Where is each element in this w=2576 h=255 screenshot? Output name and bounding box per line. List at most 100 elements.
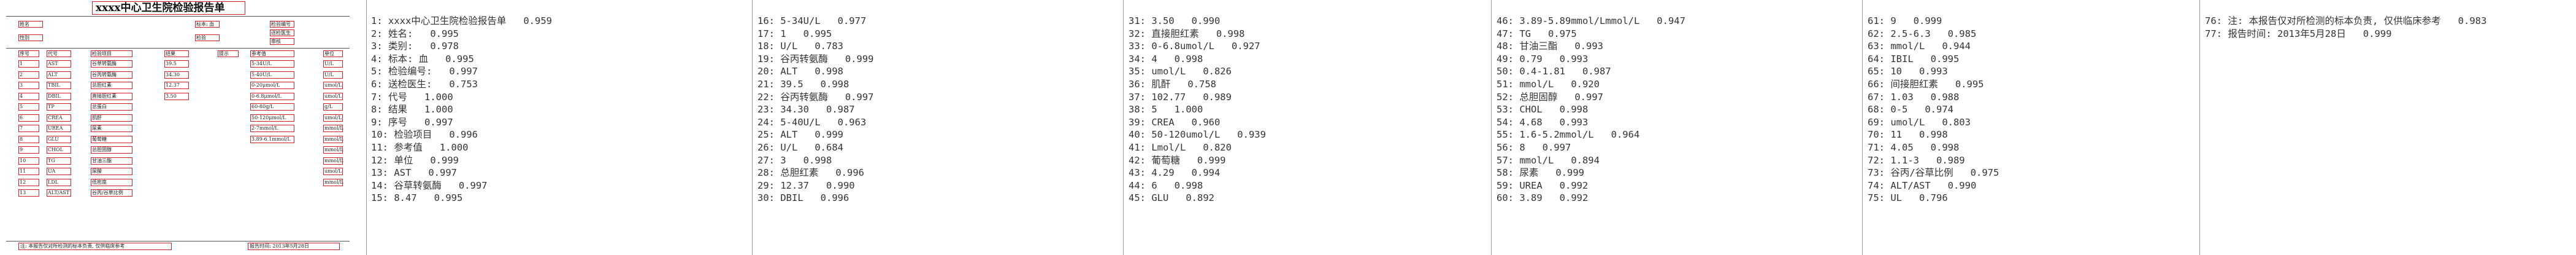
- ocr-line: 41: Lmol/L 0.820: [1129, 141, 1232, 153]
- table-cell: 总蛋白: [92, 104, 107, 109]
- table-cell: mmol/L: [324, 147, 343, 152]
- report-time: 报告时间: 2013年5月28日: [250, 243, 309, 249]
- ocr-line: 20: ALT 0.998: [757, 66, 843, 77]
- table-cell: 5-34U/L: [251, 61, 272, 66]
- table-header: 参考值: [251, 51, 266, 57]
- ocr-line: 16: 5-34U/L 0.977: [757, 15, 867, 26]
- ocr-line: 2: 姓名: 0.995: [371, 28, 459, 39]
- info-label: 检验: [196, 35, 206, 41]
- table-cell: 直接胆红素: [92, 93, 117, 99]
- table-cell: 5-40U/L: [251, 71, 272, 77]
- ocr-line: 9: 序号 0.997: [371, 116, 453, 128]
- table-cell: 谷草转氨酶: [92, 61, 117, 66]
- table-cell: ALT/AST: [48, 190, 70, 195]
- ocr-line: 27: 3 0.998: [757, 154, 832, 166]
- ocr-line: 19: 谷丙转氨酶 0.999: [757, 53, 874, 65]
- ocr-line: 61: 9 0.999: [1868, 15, 1942, 26]
- table-cell: TP: [48, 104, 55, 109]
- table-header: 检验项目: [92, 51, 112, 57]
- table-cell: UA: [48, 168, 56, 174]
- ocr-column: 31: 3.50 0.990 32: 直接胆红素 0.998 33: 0-6.8um…: [1124, 0, 1492, 255]
- ocr-line: 54: 4.68 0.993: [1497, 116, 1589, 128]
- ocr-line: 6: 送检医生: 0.753: [371, 78, 478, 90]
- table-cell: CHOL: [48, 147, 63, 152]
- ocr-line: 33: 0-6.8umol/L 0.927: [1129, 41, 1260, 52]
- ocr-line: 74: ALT/AST 0.990: [1868, 179, 1977, 191]
- ocr-line: 29: 12.37 0.990: [757, 179, 855, 191]
- ocr-line: 43: 4.29 0.994: [1129, 167, 1221, 179]
- ocr-line: 10: 检验项目 0.996: [371, 129, 478, 141]
- table-cell: 2-7mmol/L: [251, 125, 278, 131]
- table-cell: 39.5: [166, 61, 177, 66]
- ocr-line: 66: 间接胆红素 0.995: [1868, 78, 1984, 90]
- ocr-line: 48: 甘油三酯 0.993: [1497, 41, 1603, 52]
- ocr-line: 65: 10 0.993: [1868, 66, 1948, 77]
- table-header: 结果: [166, 51, 175, 57]
- ocr-line: 73: 谷丙/谷草比例 0.975: [1868, 167, 1999, 179]
- ocr-line: 21: 39.5 0.998: [757, 78, 849, 90]
- ocr-line: 47: TG 0.975: [1497, 28, 1577, 39]
- info-label: 检验编号: [271, 22, 291, 27]
- ocr-line: 45: GLU 0.892: [1129, 192, 1214, 204]
- table-cell: LDL: [48, 179, 59, 185]
- ocr-line: 59: UREA 0.992: [1497, 179, 1589, 191]
- table-cell: 谷丙/谷草比例: [92, 190, 123, 195]
- table-header: 单位: [324, 51, 334, 57]
- table-header: 代号: [48, 51, 58, 57]
- table-cell: 0-6.8μmol/L: [251, 93, 282, 99]
- table-cell: 总胆红素: [92, 82, 112, 88]
- ocr-line: 23: 34.30 0.987: [757, 104, 855, 116]
- table-cell: 12: [20, 179, 26, 185]
- info-label: 送检医生: [271, 30, 291, 36]
- table-cell: mmol/L: [324, 157, 343, 163]
- table-cell: UREA: [48, 125, 63, 131]
- table-cell: 尿酸: [92, 168, 102, 174]
- ocr-column: 46: 3.89-5.89mmol/Lmmol/L 0.947 47: TG 0.…: [1492, 0, 1863, 255]
- ocr-line: 42: 葡萄糖 0.999: [1129, 154, 1226, 166]
- table-cell: 34.30: [166, 71, 180, 77]
- ocr-line: 28: 总胆红素 0.996: [757, 167, 864, 179]
- ocr-line: 50: 0.4-1.81 0.987: [1497, 66, 1611, 77]
- ocr-line: 1: xxxx中心卫生院检验报告单 0.959: [371, 15, 552, 26]
- table-cell: mmol/L: [324, 179, 343, 185]
- ocr-line: 52: 总胆固醇 0.997: [1497, 91, 1603, 103]
- ocr-line: 5: 检验编号: 0.997: [371, 66, 478, 77]
- table-cell: g/L: [324, 104, 333, 109]
- divider: [6, 16, 350, 17]
- ocr-line: 13: AST 0.997: [371, 167, 457, 179]
- table-cell: 12.37: [166, 82, 180, 88]
- table-cell: mmol/L: [324, 125, 343, 131]
- ocr-line: 51: mmol/L 0.920: [1497, 78, 1600, 90]
- table-cell: TG: [48, 157, 55, 163]
- table-cell: U/L: [324, 61, 334, 66]
- table-cell: 5: [20, 104, 23, 109]
- table-cell: 4: [20, 93, 23, 99]
- table-cell: TBIL: [48, 82, 60, 88]
- table-cell: 甘油三酯: [92, 157, 112, 163]
- ocr-line: 30: DBIL 0.996: [757, 192, 849, 204]
- ocr-line: 53: CHOL 0.998: [1497, 104, 1589, 116]
- report-title: xxxx中心卫生院检验报告单: [96, 2, 225, 14]
- info-label: 标本: 血: [196, 22, 215, 27]
- ocr-line: 18: U/L 0.783: [757, 41, 843, 52]
- ocr-line: 58: 尿素 0.999: [1497, 167, 1584, 179]
- ocr-line: 57: mmol/L 0.894: [1497, 154, 1600, 166]
- ocr-line: 68: 0-5 0.974: [1868, 104, 1953, 116]
- table-cell: 3.89-6.1mmol/L: [251, 136, 291, 142]
- ocr-line: 11: 参考值 1.000: [371, 141, 469, 153]
- table-cell: 肌酐: [92, 114, 102, 120]
- ocr-line: 32: 直接胆红素 0.998: [1129, 28, 1245, 39]
- ocr-line: 7: 代号 1.000: [371, 91, 453, 103]
- table-cell: 2: [20, 71, 23, 77]
- table-cell: 低密度: [92, 179, 107, 185]
- ocr-line: 14: 谷草转氨酶 0.997: [371, 179, 488, 191]
- table-cell: AST: [48, 61, 58, 66]
- table-cell: umol/L: [324, 114, 342, 120]
- report-thumbnail: xxxx中心卫生院检验报告单 注: 本报告仅对所检测的标本负责, 仅供临床参考 …: [0, 0, 367, 255]
- ocr-line: 31: 3.50 0.990: [1129, 15, 1221, 26]
- table-header: 提示: [219, 51, 229, 57]
- table-cell: U/L: [324, 71, 334, 77]
- table-cell: 3.50: [166, 93, 177, 99]
- ocr-line: 24: 5-40U/L 0.963: [757, 116, 867, 128]
- ocr-line: 75: UL 0.796: [1868, 192, 1948, 204]
